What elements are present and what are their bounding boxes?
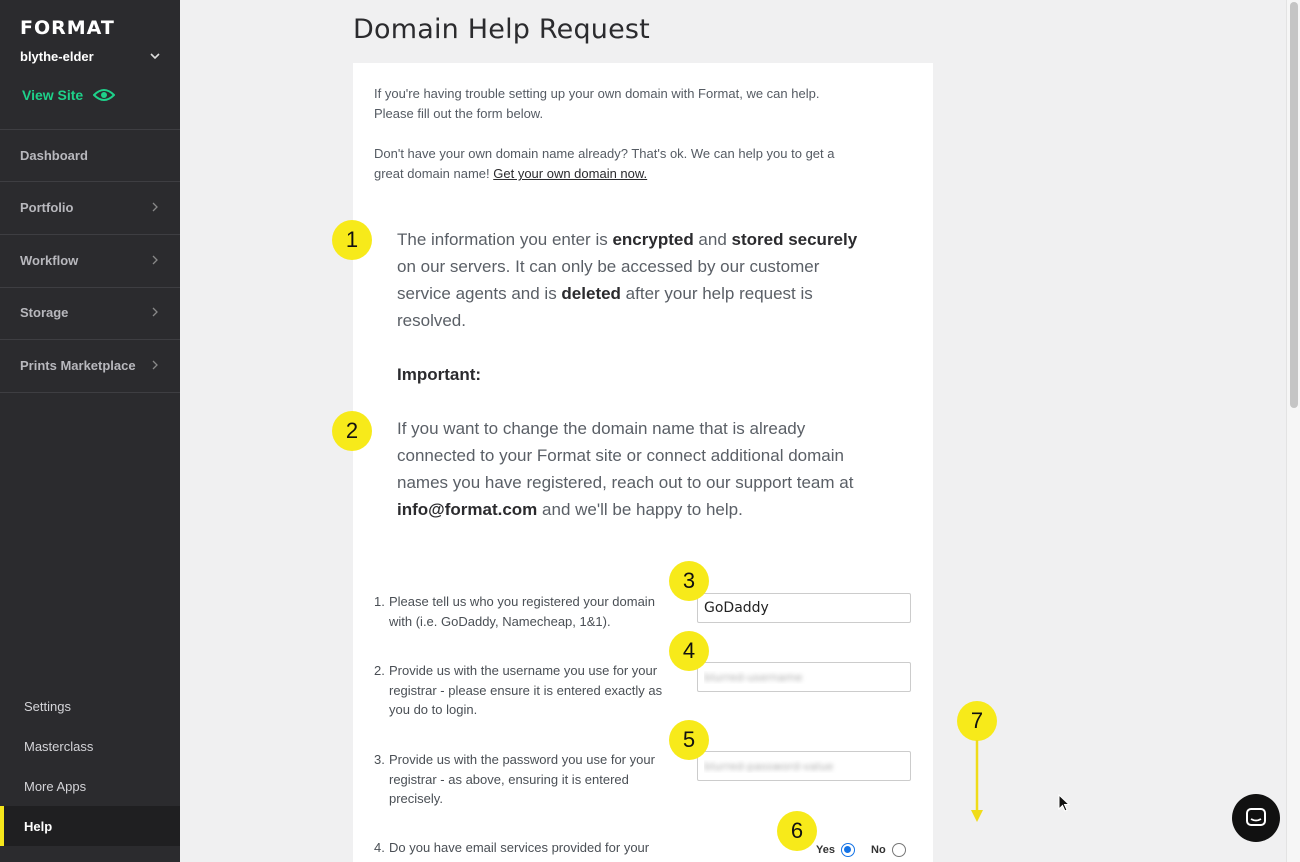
nav-settings[interactable]: Settings <box>0 686 180 726</box>
nav-label: Portfolio <box>20 199 74 215</box>
radio-yes[interactable] <box>840 843 855 857</box>
nav-dashboard[interactable]: Dashboard <box>0 129 180 181</box>
nav-more-apps[interactable]: More Apps <box>0 766 180 806</box>
eye-icon <box>93 89 116 101</box>
notice-bold: encrypted <box>612 230 694 249</box>
nav-label: Dashboard <box>20 147 88 163</box>
intro-text: great domain name! <box>374 166 490 181</box>
annotation-badge: 1 <box>332 220 372 260</box>
notice-text: and we'll be happy to help. <box>537 500 743 519</box>
intro-paragraph: Don't have your own domain name already?… <box>374 144 894 184</box>
notice-text: and <box>693 230 732 249</box>
annotation-badge: 4 <box>669 631 709 671</box>
question-text: Do you have email services provided for … <box>389 840 650 855</box>
annotation-badge: 2 <box>332 411 372 451</box>
question-4: 4. Do you have email services provided f… <box>374 838 674 858</box>
username-input[interactable] <box>697 662 911 692</box>
view-site-label: View Site <box>22 87 84 103</box>
nav-label: Help <box>24 818 53 834</box>
nav-workflow[interactable]: Workflow <box>0 234 180 286</box>
chat-launcher-button[interactable] <box>1232 794 1280 842</box>
divider <box>0 392 180 393</box>
registrar-input[interactable] <box>697 593 911 623</box>
chevron-right-icon <box>152 307 158 317</box>
chevron-down-icon <box>150 53 160 60</box>
arrow-down-icon <box>971 740 983 822</box>
notice-bold: stored securely <box>731 230 858 249</box>
question-number: 4. <box>374 840 385 855</box>
intro-text: Don't have your own domain name already?… <box>374 146 835 161</box>
question-text: Provide us with the username you use for… <box>389 663 663 717</box>
sidebar: FORMAT blythe-elder View Site Dashboard … <box>0 0 180 862</box>
format-logo[interactable]: FORMAT <box>20 17 115 39</box>
question-text: Please tell us who you registered your d… <box>389 594 655 629</box>
question-number: 1. <box>374 594 385 609</box>
page-scrollbar[interactable] <box>1286 0 1300 862</box>
nav-label: Prints Marketplace <box>20 357 136 373</box>
view-site-link[interactable]: View Site <box>22 87 116 103</box>
chat-icon <box>1246 808 1266 826</box>
nav-label: Storage <box>20 304 69 320</box>
support-email[interactable]: info@format.com <box>397 500 537 519</box>
scrollbar-thumb[interactable] <box>1290 2 1298 408</box>
chevron-right-icon <box>152 202 158 212</box>
intro-text: Please fill out the form below. <box>374 106 544 121</box>
nav-help[interactable]: Help <box>0 806 180 846</box>
nav-storage[interactable]: Storage <box>0 286 180 338</box>
notice-bold: deleted <box>561 284 621 303</box>
get-domain-link[interactable]: Get your own domain now. <box>493 166 647 181</box>
question-number: 3. <box>374 752 385 767</box>
site-switcher[interactable]: blythe-elder <box>20 48 162 64</box>
question-1: 1. Please tell us who you registered you… <box>374 592 674 631</box>
email-no-option[interactable]: No <box>871 843 906 857</box>
notice-text: If you want to change the domain name th… <box>397 419 854 492</box>
annotation-badge: 3 <box>669 561 709 601</box>
site-name: blythe-elder <box>20 48 94 64</box>
intro-paragraph: If you're having trouble setting up your… <box>374 84 894 124</box>
radio-label: No <box>871 844 886 856</box>
annotation-badge: 5 <box>669 720 709 760</box>
question-3: 3. Provide us with the password you use … <box>374 750 674 809</box>
nav-portfolio[interactable]: Portfolio <box>0 181 180 233</box>
important-heading: Important: <box>397 361 877 388</box>
nav-label: More Apps <box>24 778 87 794</box>
active-indicator <box>0 806 4 846</box>
question-2: 2. Provide us with the username you use … <box>374 661 678 720</box>
security-notice: The information you enter is encrypted a… <box>397 226 877 334</box>
chevron-right-icon <box>152 255 158 265</box>
page-title: Domain Help Request <box>353 14 650 45</box>
password-input[interactable] <box>697 751 911 781</box>
nav-prints-marketplace[interactable]: Prints Marketplace <box>0 339 180 391</box>
nav-label: Workflow <box>20 252 79 268</box>
radio-label: Yes <box>816 844 835 856</box>
nav-label: Masterclass <box>24 738 94 754</box>
important-label: Important: <box>397 365 482 384</box>
nav-masterclass[interactable]: Masterclass <box>0 726 180 766</box>
chevron-right-icon <box>152 360 158 370</box>
annotation-badge: 7 <box>957 701 997 741</box>
email-yes-option[interactable]: Yes <box>816 843 855 857</box>
nav-label: Settings <box>24 698 71 714</box>
question-number: 2. <box>374 663 385 678</box>
domain-change-notice: If you want to change the domain name th… <box>397 415 877 523</box>
annotation-badge: 6 <box>777 811 817 851</box>
notice-text: The information you enter is <box>397 230 613 249</box>
question-text: Provide us with the password you use for… <box>389 752 655 806</box>
radio-no[interactable] <box>891 843 906 857</box>
intro-text: If you're having trouble setting up your… <box>374 86 820 101</box>
mouse-cursor-icon <box>1058 794 1071 812</box>
